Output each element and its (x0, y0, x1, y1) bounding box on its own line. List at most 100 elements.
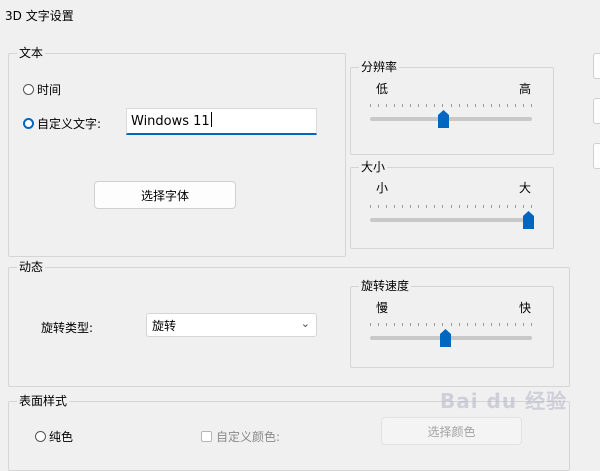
slider-tick (483, 323, 484, 326)
slider-tick (410, 104, 411, 107)
slider-tick (378, 104, 379, 107)
slider-tick (378, 205, 379, 208)
speed-group-label: 旋转速度 (359, 279, 412, 293)
size-group-label: 大小 (359, 160, 388, 174)
slider-tick (370, 205, 371, 208)
slider-tick (483, 104, 484, 107)
resolution-low-label: 低 (376, 82, 389, 96)
slider-tick (386, 104, 387, 107)
slider-thumb[interactable] (438, 110, 449, 128)
slider-tick (451, 323, 452, 326)
slider-tick (434, 323, 435, 326)
slider-tick (467, 205, 468, 208)
slider-tick (370, 323, 371, 326)
slider-tick (475, 323, 476, 326)
rotation-type-select[interactable]: 旋转 ⌄ (146, 313, 317, 337)
slider-track (370, 218, 532, 222)
slider-tick (531, 205, 532, 208)
choose-color-button[interactable]: 选择颜色 (381, 417, 522, 445)
choose-font-button[interactable]: 选择字体 (94, 181, 236, 209)
custom-color-label: 自定义颜色: (216, 430, 281, 444)
slider-tick (434, 205, 435, 208)
window-title: 3D 文字设置 (5, 9, 74, 23)
slider-tick (499, 104, 500, 107)
slider-tick (370, 104, 371, 107)
slider-tick (515, 104, 516, 107)
resolution-slider[interactable] (370, 104, 532, 144)
solid-color-radio[interactable]: 纯色 (35, 428, 73, 445)
surface-group-label: 表面样式 (17, 394, 70, 408)
ok-button-partial[interactable] (593, 53, 600, 79)
motion-group-label: 动态 (17, 260, 46, 274)
text-group-label: 文本 (17, 46, 46, 60)
help-button-partial[interactable] (593, 143, 600, 169)
size-slider[interactable] (370, 205, 534, 245)
slider-tick (507, 205, 508, 208)
custom-text-radio-label: 自定义文字: (37, 117, 102, 131)
slider-tick (386, 205, 387, 208)
slider-tick (459, 205, 460, 208)
slider-tick (523, 323, 524, 326)
slider-tick (426, 205, 427, 208)
rotation-type-value: 旋转 (152, 319, 177, 333)
custom-color-checkbox[interactable]: 自定义颜色: (201, 428, 280, 445)
radio-circle[interactable] (23, 84, 34, 95)
custom-text-input[interactable]: Windows 11 (126, 108, 317, 135)
slider-tick (442, 104, 443, 107)
slider-tick (507, 104, 508, 107)
time-radio[interactable]: 时间 (23, 81, 61, 98)
speed-slider[interactable] (370, 323, 532, 363)
slider-tick (515, 323, 516, 326)
slider-tick (451, 205, 452, 208)
slider-tick (410, 323, 411, 326)
slider-tick (475, 104, 476, 107)
slider-tick (410, 205, 411, 208)
size-large-label: 大 (519, 181, 532, 195)
slider-tick (531, 323, 532, 326)
text-caret (210, 112, 212, 127)
slider-tick (499, 323, 500, 326)
slider-tick (418, 323, 419, 326)
slider-tick (475, 205, 476, 208)
slider-tick (434, 104, 435, 107)
slider-tick (483, 205, 484, 208)
slider-tick (442, 205, 443, 208)
slider-tick (394, 104, 395, 107)
slider-tick (386, 323, 387, 326)
slider-tick (467, 323, 468, 326)
checkbox-box[interactable] (201, 431, 212, 442)
slider-tick (402, 205, 403, 208)
resolution-group-label: 分辨率 (359, 60, 400, 74)
slider-tick (523, 205, 524, 208)
slider-tick (459, 323, 460, 326)
slider-tick (467, 104, 468, 107)
slider-tick (426, 104, 427, 107)
slider-tick (531, 104, 532, 107)
slider-tick (402, 104, 403, 107)
speed-fast-label: 快 (519, 301, 532, 315)
slider-ticks (370, 205, 532, 211)
radio-circle-checked[interactable] (23, 118, 34, 129)
slider-tick (523, 104, 524, 107)
slider-tick (451, 104, 452, 107)
radio-circle[interactable] (35, 431, 46, 442)
slider-track (370, 336, 532, 340)
watermark-logo: Bai du 经验 (440, 389, 568, 413)
slider-tick (442, 323, 443, 326)
slider-tick (402, 323, 403, 326)
slider-tick (394, 205, 395, 208)
cancel-button-partial[interactable] (593, 98, 600, 124)
custom-text-radio[interactable]: 自定义文字: (23, 115, 101, 132)
slider-tick (515, 205, 516, 208)
slider-ticks (370, 104, 532, 110)
slider-tick (491, 323, 492, 326)
solid-color-label: 纯色 (49, 430, 74, 444)
slider-track (370, 117, 532, 121)
rotation-type-label: 旋转类型: (41, 321, 94, 335)
slider-tick (426, 323, 427, 326)
slider-tick (418, 104, 419, 107)
slider-thumb[interactable] (440, 329, 451, 347)
slider-tick (378, 323, 379, 326)
speed-slow-label: 慢 (376, 301, 389, 315)
slider-tick (499, 205, 500, 208)
